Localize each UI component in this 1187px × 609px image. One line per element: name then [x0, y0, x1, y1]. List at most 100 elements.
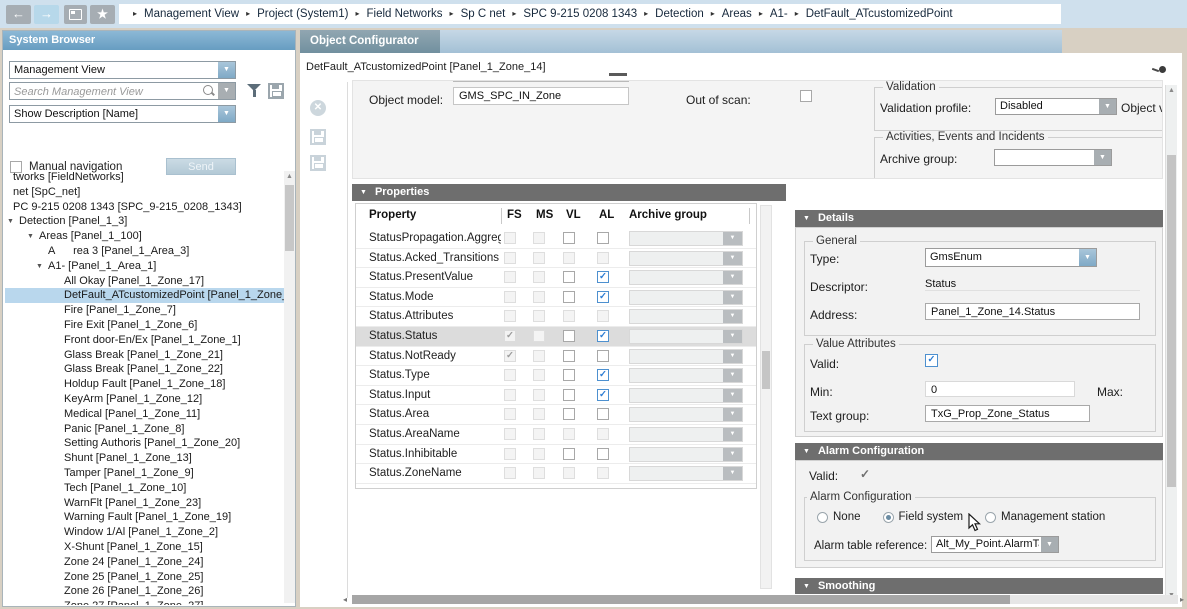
save-search-icon[interactable]: [268, 83, 284, 99]
al-checkbox[interactable]: [597, 232, 609, 244]
pin-icon[interactable]: [1152, 66, 1166, 74]
al-checkbox[interactable]: [597, 448, 609, 460]
horizontal-scrollbar[interactable]: [352, 595, 1178, 604]
scroll-right-icon[interactable]: ▸: [1180, 595, 1184, 604]
al-checkbox[interactable]: ✓: [597, 271, 609, 283]
scroll-up-icon[interactable]: ▲: [1166, 85, 1177, 96]
tree-item[interactable]: ▼A1- [Panel_1_Area_1]: [5, 259, 284, 274]
breadcrumb-item[interactable]: Detection: [655, 8, 704, 20]
tree-scrollbar[interactable]: ▲: [284, 171, 295, 603]
vl-checkbox[interactable]: [563, 448, 575, 460]
min-input[interactable]: 0: [925, 381, 1075, 397]
tree-item[interactable]: All Okay [Panel_1_Zone_17]: [5, 274, 284, 289]
splitter-handle[interactable]: [609, 73, 627, 76]
archive-group-dropdown[interactable]: ▼: [994, 149, 1112, 166]
archive-group-dropdown[interactable]: ▼: [629, 368, 743, 383]
property-row[interactable]: Status.Inhibitable▼: [356, 445, 756, 465]
collapse-icon[interactable]: ▼: [803, 583, 810, 590]
tree-item[interactable]: Panic [Panel_1_Zone_8]: [5, 422, 284, 437]
vl-checkbox[interactable]: [563, 291, 575, 303]
vl-checkbox[interactable]: [563, 350, 575, 362]
description-dropdown[interactable]: Show Description [Name] ▼: [9, 105, 236, 123]
save-as-icon[interactable]: [310, 155, 326, 171]
breadcrumb-item[interactable]: A1-: [770, 8, 788, 20]
cancel-icon[interactable]: ✕: [310, 100, 326, 116]
tree-item[interactable]: A rea 3 [Panel_1_Area_3]: [5, 244, 284, 259]
out-of-scan-checkbox[interactable]: [800, 90, 812, 102]
breadcrumb-item[interactable]: Management View: [144, 8, 239, 20]
tree-item[interactable]: ▼Detection [Panel_1_3]: [5, 214, 284, 229]
tree-item[interactable]: Zone 27 [Panel_1_Zone_27]: [5, 599, 284, 605]
chevron-down-icon[interactable]: ▼: [218, 106, 235, 122]
tree-item[interactable]: DetFault_ATcustomizedPoint [Panel_1_Zone…: [5, 288, 284, 303]
property-row[interactable]: Status.Mode✓▼: [356, 288, 756, 308]
scrollbar-thumb[interactable]: [285, 185, 294, 251]
al-checkbox[interactable]: [597, 350, 609, 362]
chevron-down-icon[interactable]: ▼: [218, 83, 235, 99]
back-button[interactable]: ←: [6, 5, 31, 24]
descriptor-value[interactable]: Status: [925, 278, 1140, 291]
archive-group-dropdown[interactable]: ▼: [629, 309, 743, 324]
collapse-icon[interactable]: ▼: [360, 189, 367, 196]
property-row[interactable]: Status.Acked_Transitions▼: [356, 249, 756, 269]
property-row[interactable]: Status.Type✓▼: [356, 366, 756, 386]
radio-icon[interactable]: [883, 512, 894, 523]
object-model-input[interactable]: GMS_SPC_IN_Zone: [453, 87, 629, 105]
vl-checkbox[interactable]: [563, 369, 575, 381]
collapse-icon[interactable]: ▼: [803, 215, 810, 222]
property-row[interactable]: StatusPropagation.Aggregat▼: [356, 229, 756, 249]
al-checkbox[interactable]: [597, 408, 609, 420]
tree-item[interactable]: Fire Exit [Panel_1_Zone_6]: [5, 318, 284, 333]
al-checkbox[interactable]: ✓: [597, 291, 609, 303]
property-row[interactable]: Status.Area▼: [356, 405, 756, 425]
smoothing-section-header[interactable]: ▼Smoothing: [795, 578, 1163, 594]
details-section-header[interactable]: ▼Details: [795, 210, 1163, 227]
radio-icon[interactable]: [985, 512, 996, 523]
archive-group-dropdown[interactable]: ▼: [629, 407, 743, 422]
archive-group-dropdown[interactable]: ▼: [629, 447, 743, 462]
vl-checkbox[interactable]: [563, 389, 575, 401]
address-input[interactable]: Panel_1_Zone_14.Status: [925, 303, 1140, 320]
breadcrumb-item[interactable]: Sp C net: [461, 8, 506, 20]
radio-option[interactable]: Field system: [883, 511, 964, 523]
history-window-button[interactable]: [64, 5, 87, 24]
text-group-input[interactable]: TxG_Prop_Zone_Status: [925, 405, 1090, 422]
archive-group-dropdown[interactable]: ▼: [629, 251, 743, 266]
tree-item[interactable]: Tamper [Panel_1_Zone_9]: [5, 466, 284, 481]
tree-item[interactable]: Fire [Panel_1_Zone_7]: [5, 303, 284, 318]
property-row[interactable]: Status.NotReady✓▼: [356, 347, 756, 367]
view-dropdown[interactable]: Management View ▼: [9, 61, 236, 79]
tree-item[interactable]: Zone 26 [Panel_1_Zone_26]: [5, 584, 284, 599]
archive-group-dropdown[interactable]: ▼: [629, 349, 743, 364]
tree-item[interactable]: Setting Authoris [Panel_1_Zone_20]: [5, 436, 284, 451]
scrollbar-thumb[interactable]: [762, 351, 770, 389]
archive-group-dropdown[interactable]: ▼: [629, 427, 743, 442]
tree-item[interactable]: PC 9-215 0208 1343 [SPC_9-215_0208_1343]: [5, 200, 284, 215]
tab-object-configurator[interactable]: Object Configurator: [300, 30, 440, 53]
al-checkbox[interactable]: ✓: [597, 369, 609, 381]
alarm-table-reference-dropdown[interactable]: Alt_My_Point.AlarmTable ▼: [931, 536, 1059, 553]
validation-profile-dropdown[interactable]: Disabled ▼: [995, 98, 1117, 115]
expander-icon[interactable]: ▼: [36, 260, 45, 274]
scroll-left-icon[interactable]: ◂: [343, 595, 347, 604]
save-icon[interactable]: [310, 129, 326, 145]
radio-option[interactable]: Management station: [985, 511, 1105, 523]
breadcrumb-item[interactable]: DetFault_ATcustomizedPoint: [806, 8, 953, 20]
property-row[interactable]: Status.PresentValue✓▼: [356, 268, 756, 288]
tree-item[interactable]: WarnFlt [Panel_1_Zone_23]: [5, 496, 284, 511]
tree-item[interactable]: Tech [Panel_1_Zone_10]: [5, 481, 284, 496]
tree-item[interactable]: Shunt [Panel_1_Zone_13]: [5, 451, 284, 466]
scroll-up-icon[interactable]: ▲: [284, 171, 295, 182]
forward-button[interactable]: →: [34, 5, 59, 24]
archive-group-dropdown[interactable]: ▼: [629, 231, 743, 246]
details-scrollbar[interactable]: ▲ ▼: [1165, 85, 1177, 601]
tree-item[interactable]: net [SpC_net]: [5, 185, 284, 200]
collapse-icon[interactable]: ▼: [803, 448, 810, 455]
type-dropdown[interactable]: GmsEnum ▼: [925, 248, 1097, 267]
tree-item[interactable]: Medical [Panel_1_Zone_11]: [5, 407, 284, 422]
archive-group-dropdown[interactable]: ▼: [629, 290, 743, 305]
tree-item[interactable]: KeyArm [Panel_1_Zone_12]: [5, 392, 284, 407]
expander-icon[interactable]: ▼: [7, 215, 16, 229]
archive-group-dropdown[interactable]: ▼: [629, 270, 743, 285]
breadcrumb-item[interactable]: SPC 9-215 0208 1343: [523, 8, 637, 20]
